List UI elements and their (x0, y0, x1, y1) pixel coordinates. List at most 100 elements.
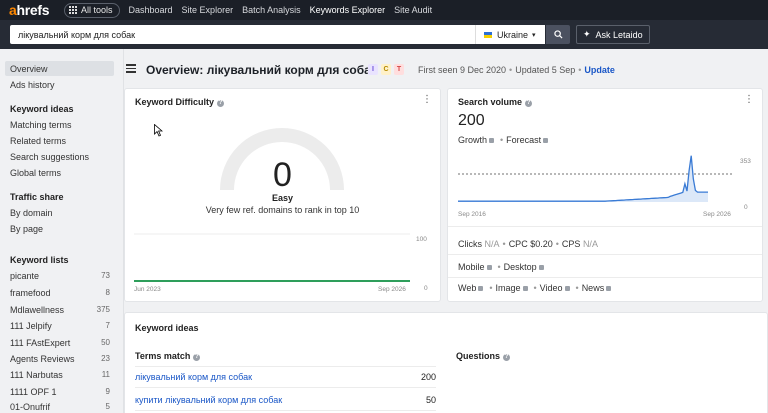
help-icon[interactable]: ? (503, 354, 511, 361)
keyword-volume: 50 (425, 395, 436, 405)
kd-description: Very few ref. domains to rank in top 10 (205, 205, 360, 215)
sv-y-max: 353 (740, 158, 751, 165)
list-count: 8 (105, 288, 110, 297)
sidebar-item-ads-history[interactable]: Ads history (5, 77, 114, 92)
nav-site-audit[interactable]: Site Audit (394, 5, 432, 15)
sv-area (458, 155, 708, 202)
keyword-volume: 200 (420, 372, 436, 382)
sv-x-end: Sep 2026 (703, 211, 731, 218)
kd-value: 0 (273, 156, 292, 194)
sidebar-item-by-page[interactable]: By page (5, 221, 114, 236)
serp-image: Image (495, 283, 521, 293)
more-options-icon[interactable]: ⋮ (422, 95, 432, 105)
divider (448, 277, 762, 278)
keyword-list-item[interactable]: framefood 8 (5, 285, 114, 300)
sv-title: Search volume? (458, 97, 533, 107)
search-volume-chart (458, 155, 734, 202)
country-select[interactable]: Ukraine ▾ (475, 25, 545, 44)
sidebar-item-overview[interactable]: Overview (5, 61, 114, 76)
lock-icon (543, 138, 549, 143)
questions-heading: Questions? (456, 351, 511, 361)
keyword-list-item[interactable]: 111 Jelpify 7 (5, 318, 114, 333)
intent-badge-informational: I (368, 64, 378, 75)
search-bar: Ukraine ▾ ✦ Ask Letaido (0, 20, 768, 49)
sparkle-icon: ✦ (583, 29, 591, 39)
cps-value: N/A (582, 239, 598, 249)
sidebar-item-search-suggestions[interactable]: Search suggestions (5, 149, 114, 164)
divider (448, 254, 762, 255)
chevron-down-icon: ▾ (532, 31, 536, 39)
lock-icon (478, 286, 484, 291)
keyword-list-item[interactable]: 01-Onufrif 5 (5, 399, 114, 413)
serp-web: Web (458, 283, 477, 293)
sidebar-item-by-domain[interactable]: By domain (5, 205, 114, 220)
sidebar-item-matching-terms[interactable]: Matching terms (5, 117, 114, 132)
keyword-link[interactable]: лікувальний корм для собак (135, 372, 252, 382)
device-row: Mobile • Desktop (458, 262, 547, 272)
list-count: 50 (101, 338, 110, 347)
sidebar-item-global-terms[interactable]: Global terms (5, 165, 114, 180)
keyword-list-item[interactable]: picante 73 (5, 268, 114, 283)
sv-y-min: 0 (744, 204, 748, 211)
clicks-value: N/A (484, 239, 500, 249)
help-icon[interactable]: ? (193, 354, 201, 361)
updated-date: Updated 5 Sep (515, 65, 576, 75)
keyword-meta: First seen 9 Dec 2020 • Updated 5 Sep • Upda… (418, 65, 615, 75)
keyword-list-item[interactable]: 1111 OPF 1 9 (5, 384, 114, 399)
help-icon[interactable]: ? (525, 100, 533, 107)
sidebar-heading-keyword-ideas: Keyword ideas (10, 104, 74, 114)
lock-icon (538, 265, 544, 270)
divider (448, 226, 762, 227)
kd-history-chart (134, 233, 410, 282)
intent-badge-transactional: T (394, 64, 404, 75)
terms-match-heading: Terms match? (135, 351, 201, 361)
nav-batch-analysis[interactable]: Batch Analysis (242, 5, 301, 15)
sidebar-heading-keyword-lists: Keyword lists (10, 255, 69, 265)
list-count: 7 (105, 321, 110, 330)
sidebar-item-related-terms[interactable]: Related terms (5, 133, 114, 148)
update-link[interactable]: Update (584, 65, 615, 75)
nav-dashboard[interactable]: Dashboard (129, 5, 173, 15)
kd-label: Easy (271, 193, 294, 203)
keyword-link[interactable]: купити лікувальний корм для собак (135, 395, 282, 405)
kd-x-end: Sep 2026 (378, 286, 406, 293)
sv-x-start: Sep 2016 (458, 211, 486, 218)
search-button[interactable] (546, 25, 570, 44)
list-count: 11 (101, 370, 110, 379)
all-tools-button[interactable]: All tools (64, 2, 120, 18)
list-count: 9 (105, 387, 110, 396)
intent-badge-commercial: C (381, 64, 391, 75)
lock-icon (489, 138, 495, 143)
list-count: 23 (101, 354, 110, 363)
mouse-cursor-icon (154, 124, 163, 137)
divider (135, 387, 436, 388)
growth-label: Growth (458, 135, 488, 145)
list-label: 111 Narbutas (10, 369, 63, 380)
serp-news: News (581, 283, 605, 293)
list-label: 111 Jelpify (10, 320, 52, 331)
list-label: Mdlawellness (10, 304, 65, 315)
sidebar-heading-traffic-share: Traffic share (10, 192, 64, 202)
more-options-icon[interactable]: ⋮ (744, 95, 754, 105)
device-desktop: Desktop (503, 262, 537, 272)
keyword-list-item[interactable]: 111 FAstExpert 50 (5, 335, 114, 350)
keyword-list-item[interactable]: Agents Reviews 23 (5, 351, 114, 366)
keyword-search-input[interactable] (10, 25, 475, 44)
first-seen: First seen 9 Dec 2020 (418, 65, 507, 75)
cpc-value: $0.20 (530, 239, 553, 249)
keyword-list-item[interactable]: Mdlawellness 375 (5, 302, 114, 317)
kd-axis-min: 0 (424, 285, 428, 292)
lock-icon (486, 265, 492, 270)
help-icon[interactable]: ? (217, 100, 225, 107)
menu-icon[interactable] (126, 64, 136, 75)
list-label: framefood (10, 287, 51, 298)
ask-label: Ask Letaido (595, 29, 643, 40)
keyword-list-item[interactable]: 111 Narbutas 11 (5, 367, 114, 382)
nav-site-explorer[interactable]: Site Explorer (182, 5, 234, 15)
ask-letaido-button[interactable]: ✦ Ask Letaido (576, 25, 650, 44)
search-icon (553, 30, 563, 39)
nav-keywords-explorer[interactable]: Keywords Explorer (310, 5, 386, 15)
ahrefs-logo[interactable]: ahrefs (9, 2, 59, 18)
lock-icon (606, 286, 612, 291)
divider (135, 366, 436, 367)
